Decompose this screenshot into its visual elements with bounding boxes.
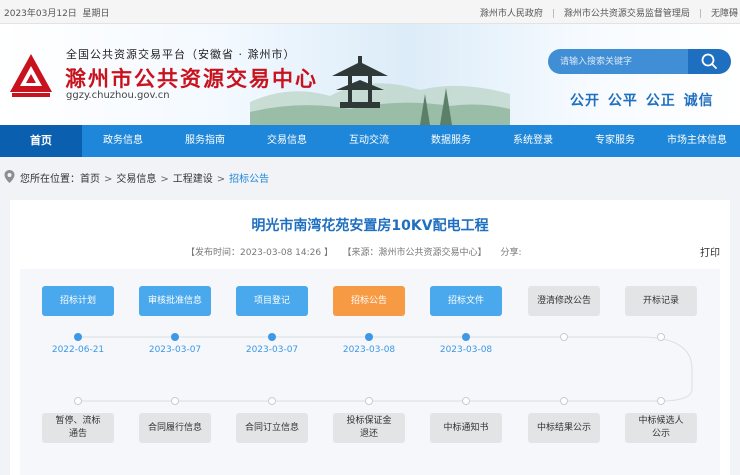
site-title[interactable]: 滁州市公共资源交易中心 <box>65 63 318 93</box>
step-deposit-refund[interactable]: 投标保证金 退还 <box>333 413 405 443</box>
site-url: ggzy.chuzhou.gov.cn <box>66 90 170 101</box>
step-bid-announcement[interactable]: 招标公告 <box>333 286 405 316</box>
nav-item-home[interactable]: 首页 <box>0 125 82 157</box>
nav-item-interaction[interactable]: 互动交流 <box>328 125 410 157</box>
article-card: 明光市南湾花苑安置房10KV配电工程 【发布时间：2023-03-08 14:2… <box>10 200 730 475</box>
step-bid-documents[interactable]: 招标文件 <box>430 286 502 316</box>
step-candidate-publicity[interactable]: 中标候选人 公示 <box>625 413 697 443</box>
search-icon <box>701 53 717 69</box>
timeline-dot <box>74 397 82 405</box>
divider: | <box>698 9 702 19</box>
nav-item-service-guide[interactable]: 服务指南 <box>164 125 246 157</box>
logo-icon[interactable] <box>8 52 54 98</box>
timeline-dot <box>462 333 470 341</box>
search-bar <box>548 49 731 74</box>
link-accessibility[interactable]: 无障碍 <box>711 9 738 19</box>
step-contract-performance[interactable]: 合同履行信息 <box>139 413 211 443</box>
location-pin-icon <box>4 170 15 183</box>
search-input[interactable] <box>548 49 696 74</box>
article-source: 【来源：滁州市公共资源交易中心】 <box>346 248 487 258</box>
breadcrumb-prefix: 您所在位置： <box>20 174 80 185</box>
step-clarification-notice[interactable]: 澄清修改公告 <box>528 286 600 316</box>
timeline-dot <box>268 397 276 405</box>
timeline-dot <box>171 333 179 341</box>
nav-item-system-login[interactable]: 系统登录 <box>492 125 574 157</box>
main-nav: 首页 政务信息 服务指南 交易信息 互动交流 数据服务 系统登录 专家服务 市场… <box>0 125 740 157</box>
divider: | <box>551 9 555 19</box>
step-date: 2023-03-08 <box>439 345 493 355</box>
nav-item-government-info[interactable]: 政务信息 <box>82 125 164 157</box>
step-award-result[interactable]: 中标结果公示 <box>528 413 600 443</box>
nav-item-expert-service[interactable]: 专家服务 <box>574 125 656 157</box>
timeline-dot <box>657 333 665 341</box>
step-project-registration[interactable]: 项目登记 <box>236 286 308 316</box>
breadcrumb-separator: > <box>104 174 113 185</box>
timeline-dot <box>365 333 373 341</box>
timeline-dot <box>560 333 568 341</box>
step-date: 2023-03-07 <box>148 345 202 355</box>
print-button[interactable]: 打印 <box>700 244 720 259</box>
share-label[interactable]: 分享: <box>500 248 521 258</box>
breadcrumb-home[interactable]: 首页 <box>80 174 100 185</box>
step-date: 2023-03-07 <box>245 345 299 355</box>
link-supervision-bureau[interactable]: 滁州市公共资源交易监督管理局 <box>564 9 690 19</box>
breadcrumb: 您所在位置：首页 > 交易信息 > 工程建设 > 招标公告 <box>0 157 740 195</box>
article-title: 明光市南湾花苑安置房10KV配电工程 <box>251 218 489 234</box>
nav-item-data-service[interactable]: 数据服务 <box>410 125 492 157</box>
breadcrumb-current[interactable]: 招标公告 <box>229 174 269 185</box>
slogan: 公开 公平 公正 诚信 <box>570 93 714 109</box>
breadcrumb-trade-info[interactable]: 交易信息 <box>116 174 156 185</box>
process-flow: 招标计划 审核批准信息 项目登记 招标公告 招标文件 澄清修改公告 开标记录 2… <box>20 269 720 475</box>
timeline-dot <box>462 397 470 405</box>
step-bid-opening-record[interactable]: 开标记录 <box>625 286 697 316</box>
breadcrumb-separator: > <box>160 174 169 185</box>
timeline-dot <box>74 333 82 341</box>
timeline-dot <box>365 397 373 405</box>
link-city-government[interactable]: 滁州市人民政府 <box>480 9 543 19</box>
site-subtitle: 全国公共资源交易平台（安徽省 · 滁州市） <box>66 48 296 61</box>
current-date: 2023年03月12日 星期日 <box>4 9 110 19</box>
nav-item-market-entity[interactable]: 市场主体信息 <box>656 125 738 157</box>
search-button[interactable] <box>688 49 731 74</box>
timeline-dot <box>268 333 276 341</box>
step-bid-plan[interactable]: 招标计划 <box>42 286 114 316</box>
step-date: 2022-06-21 <box>51 345 105 355</box>
timeline-dot <box>560 397 568 405</box>
step-approval-info[interactable]: 审核批准信息 <box>139 286 211 316</box>
top-links: 滁州市人民政府 | 滁州市公共资源交易监督管理局 | 无障碍 <box>480 6 738 19</box>
breadcrumb-separator: > <box>216 174 226 185</box>
top-bar: 2023年03月12日 星期日 滁州市人民政府 | 滁州市公共资源交易监督管理局 | 无… <box>0 0 740 24</box>
site-header: 全国公共资源交易平台（安徽省 · 滁州市） 滁州市公共资源交易中心 ggzy.c… <box>0 24 740 125</box>
timeline-dot <box>171 397 179 405</box>
nav-item-trade-info[interactable]: 交易信息 <box>246 125 328 157</box>
step-suspension-notice[interactable]: 暂停、流标 通告 <box>42 413 114 443</box>
publish-time: 【发布时间：2023-03-08 14:26 】 <box>186 248 333 258</box>
timeline-dot <box>657 397 665 405</box>
step-date: 2023-03-08 <box>342 345 396 355</box>
step-award-notice[interactable]: 中标通知书 <box>430 413 502 443</box>
breadcrumb-construction[interactable]: 工程建设 <box>173 174 213 185</box>
article-meta: 【发布时间：2023-03-08 14:26 】 【来源：滁州市公共资源交易中心】… <box>186 245 536 258</box>
step-contract-signing[interactable]: 合同订立信息 <box>236 413 308 443</box>
